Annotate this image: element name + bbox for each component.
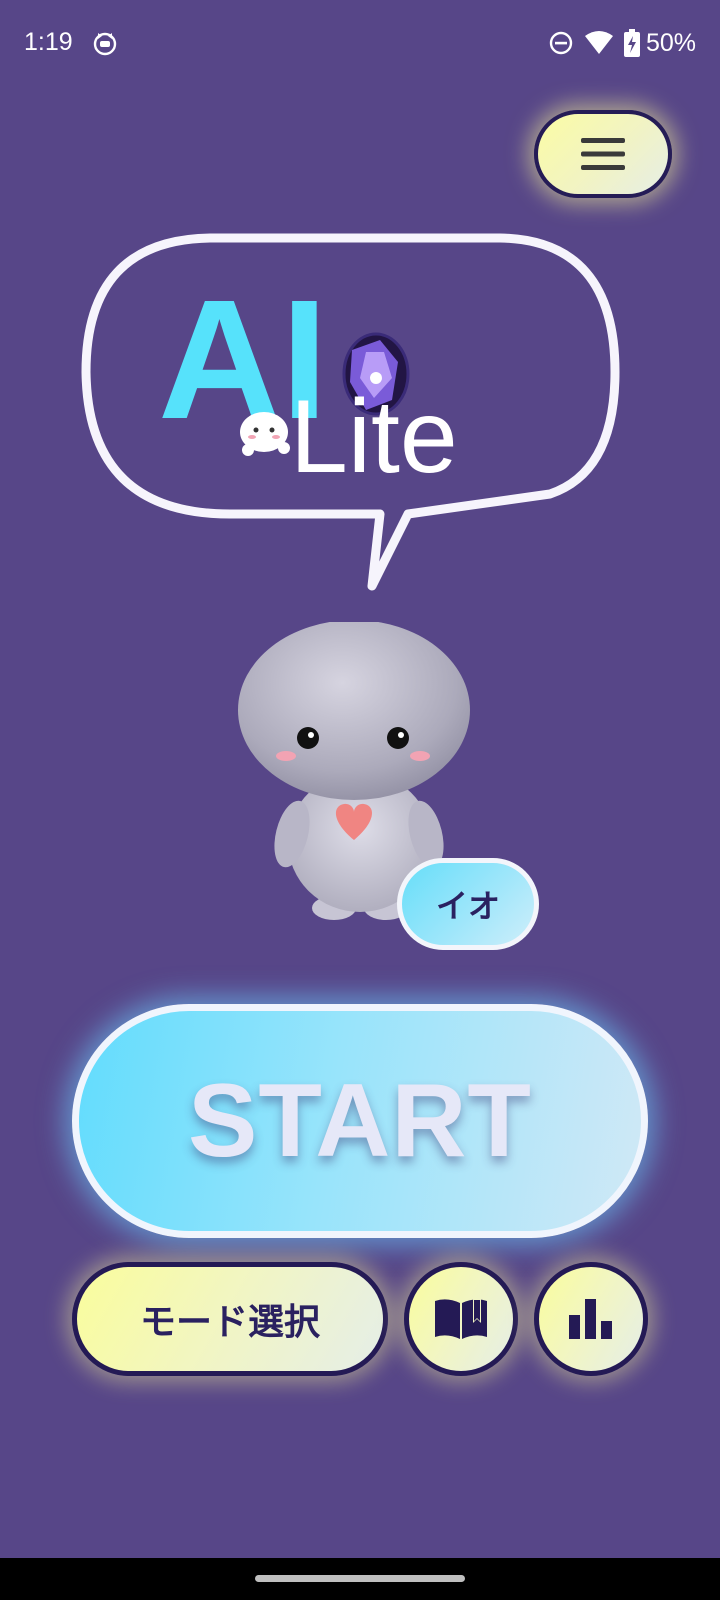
battery-charging-icon	[623, 29, 640, 57]
status-time: 1:19	[24, 28, 73, 56]
stats-button[interactable]	[534, 1262, 648, 1376]
logo-text-sub: Lite	[290, 379, 458, 495]
mode-select-label: モード選択	[139, 1302, 320, 1343]
status-right-icons: 50%	[548, 26, 696, 60]
character-name-badge[interactable]: イオ	[397, 858, 539, 950]
home-gesture-handle[interactable]	[255, 1575, 465, 1582]
title-screen: 1:19 50% AI Lite イオ START モード選択	[0, 0, 720, 1600]
start-button[interactable]: START	[72, 1004, 648, 1238]
guide-button[interactable]	[404, 1262, 518, 1376]
app-logo: AI Lite	[81, 233, 620, 591]
do-not-disturb-icon	[549, 31, 573, 55]
status-bar: 1:19 50%	[0, 0, 720, 88]
system-navigation-bar	[0, 1558, 720, 1600]
battery-percentage: 50%	[645, 28, 696, 57]
bar-chart-icon	[569, 1299, 612, 1339]
start-button-label: START	[188, 1062, 532, 1179]
menu-button[interactable]	[534, 110, 672, 198]
character-name-label: イオ	[435, 887, 500, 925]
mode-select-button[interactable]: モード選択	[72, 1262, 388, 1376]
book-icon	[435, 1299, 487, 1339]
wifi-icon	[584, 31, 613, 54]
cat-app-icon	[93, 32, 117, 56]
hamburger-menu-icon	[581, 138, 625, 170]
